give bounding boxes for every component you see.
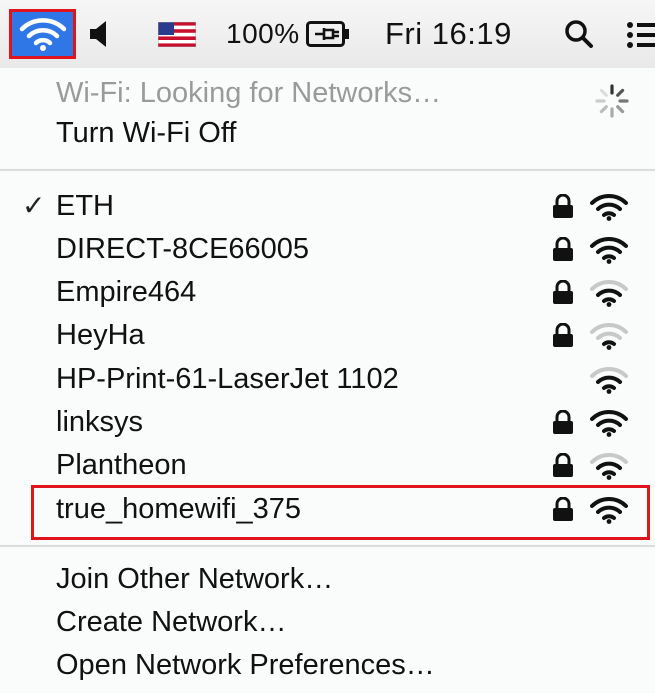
network-item[interactable]: Empire464	[0, 271, 655, 313]
turn-wifi-off-item[interactable]: Turn Wi-Fi Off	[0, 112, 655, 154]
network-item[interactable]: HeyHa	[0, 314, 655, 356]
speaker-icon[interactable]	[86, 16, 112, 52]
us-flag-icon[interactable]	[158, 22, 196, 47]
lock-icon	[553, 280, 573, 304]
menu-bar: 100% Fri 16:19	[0, 0, 655, 68]
network-name: ETH	[56, 190, 114, 222]
wifi-signal-icon	[590, 236, 628, 264]
wifi-signal-icon	[590, 193, 628, 221]
network-name: Empire464	[56, 276, 197, 308]
network-item[interactable]: ✓ ETH	[0, 185, 655, 227]
open-network-preferences-label: Open Network Preferences…	[56, 649, 435, 681]
network-item[interactable]: DIRECT-8CE66005	[0, 228, 655, 270]
join-other-network-label: Join Other Network…	[56, 563, 334, 595]
turn-wifi-off-label: Turn Wi-Fi Off	[56, 117, 237, 149]
network-item[interactable]: HP-Print-61-LaserJet 1102	[0, 358, 655, 400]
divider	[0, 545, 655, 547]
lock-icon	[553, 410, 573, 434]
network-name: HeyHa	[56, 319, 145, 351]
lock-icon	[553, 323, 573, 347]
network-name: Plantheon	[56, 449, 187, 481]
network-name: DIRECT-8CE66005	[56, 233, 310, 265]
search-icon[interactable]	[562, 17, 596, 51]
list-icon[interactable]	[625, 18, 655, 52]
lock-icon	[553, 453, 573, 477]
network-name: HP-Print-61-LaserJet 1102	[56, 363, 399, 395]
wifi-icon	[19, 18, 66, 51]
wifi-signal-icon	[590, 409, 628, 437]
wifi-menu-button[interactable]	[9, 9, 76, 59]
create-network-item[interactable]: Create Network…	[0, 601, 655, 643]
battery-status[interactable]: 100%	[226, 12, 350, 56]
network-item[interactable]: linksys	[0, 401, 655, 443]
lock-icon	[553, 194, 573, 218]
wifi-status-item: Wi-Fi: Looking for Networks…	[0, 72, 655, 118]
divider	[0, 169, 655, 171]
wifi-signal-icon	[590, 322, 628, 350]
wifi-dropdown-menu: Wi-Fi: Looking for Networks… Turn Wi-Fi …	[0, 68, 655, 693]
highlight-box	[31, 485, 650, 540]
wifi-signal-icon	[590, 366, 628, 394]
open-network-preferences-item[interactable]: Open Network Preferences…	[0, 644, 655, 686]
wifi-status-label: Wi-Fi: Looking for Networks…	[56, 77, 442, 109]
network-item[interactable]: Plantheon	[0, 444, 655, 486]
wifi-signal-icon	[590, 279, 628, 307]
battery-charging-icon	[305, 21, 349, 47]
network-name: linksys	[56, 406, 144, 438]
create-network-label: Create Network…	[56, 606, 287, 638]
checkmark-icon: ✓	[22, 190, 46, 221]
clock[interactable]: Fri 16:19	[385, 12, 512, 56]
wifi-signal-icon	[590, 452, 628, 480]
lock-icon	[553, 237, 573, 261]
join-other-network-item[interactable]: Join Other Network…	[0, 558, 655, 600]
battery-percent: 100%	[226, 18, 300, 49]
